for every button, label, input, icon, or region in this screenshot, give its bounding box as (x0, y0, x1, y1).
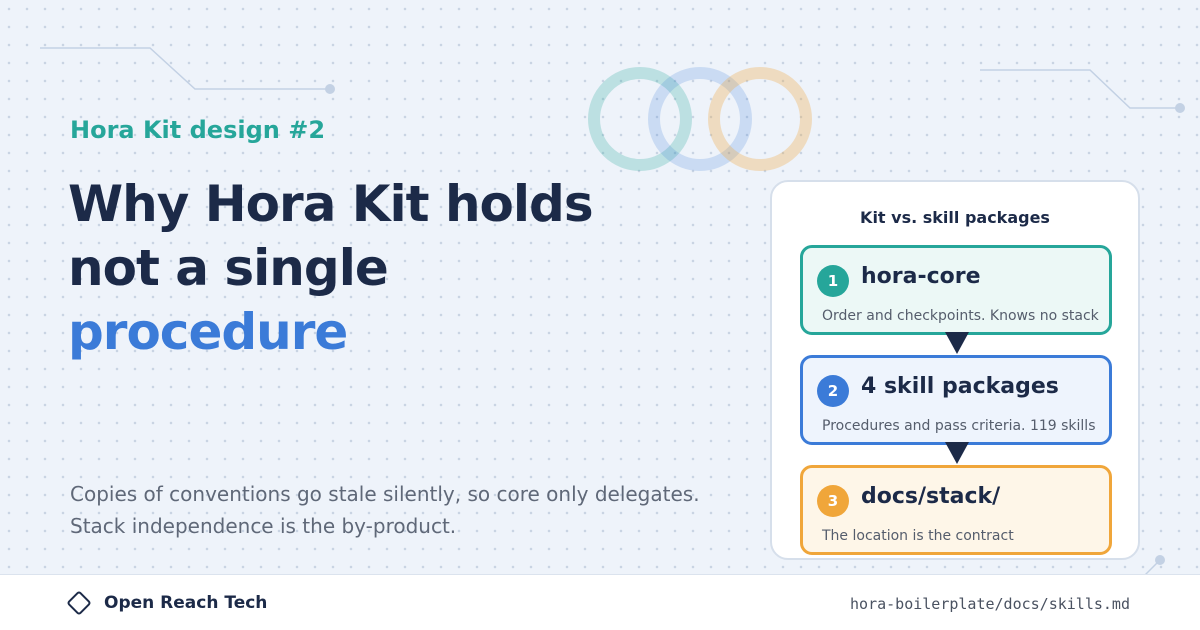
step-description: The location is the contract (822, 528, 1014, 544)
step-title: docs/stack/ (861, 484, 1001, 509)
blue-ring-icon (648, 67, 752, 171)
title-accent: procedure (68, 303, 348, 361)
brand-name: Open Reach Tech (104, 593, 268, 613)
step-number-badge: 2 (817, 375, 849, 407)
title-line-2: not a single (68, 239, 389, 297)
step-title: hora-core (861, 264, 981, 289)
step-number-badge: 3 (817, 485, 849, 517)
footer-bar: Open Reach Tech hora-boilerplate/docs/sk… (0, 574, 1200, 630)
step-description: Order and checkpoints. Knows no stack (822, 308, 1099, 324)
teal-ring-icon (588, 67, 692, 171)
step-title: 4 skill packages (861, 374, 1059, 399)
step-number-badge: 1 (817, 265, 849, 297)
step-description: Procedures and pass criteria. 119 skills (822, 418, 1096, 434)
circuit-node-icon (1155, 555, 1165, 565)
step-card-hora-core: 1 hora-core Order and checkpoints. Knows… (800, 245, 1112, 335)
circuit-node-icon (1175, 103, 1185, 113)
diamond-logo-icon (66, 590, 92, 616)
title-line-1: Why Hora Kit holds (68, 175, 594, 233)
description: Copies of conventions go stale silently,… (70, 478, 700, 542)
circuit-line-left (40, 47, 330, 90)
arrow-down-icon (945, 332, 969, 354)
source-path: hora-boilerplate/docs/skills.md (850, 595, 1130, 613)
circuit-line-right (980, 69, 1180, 109)
arrow-down-icon (945, 442, 969, 464)
step-card-docs-stack: 3 docs/stack/ The location is the contra… (800, 465, 1112, 555)
kicker-label: Hora Kit design #2 (70, 116, 326, 144)
circuit-node-icon (325, 84, 335, 94)
panel-title: Kit vs. skill packages (860, 208, 1050, 227)
description-line-1: Copies of conventions go stale silently,… (70, 482, 700, 506)
kit-vs-skill-panel: Kit vs. skill packages 1 hora-core Order… (770, 180, 1140, 560)
description-line-2: Stack independence is the by-product. (70, 514, 457, 538)
orange-ring-icon (708, 67, 812, 171)
step-card-skill-packages: 2 4 skill packages Procedures and pass c… (800, 355, 1112, 445)
page-title: Why Hora Kit holds not a single procedur… (68, 172, 594, 364)
